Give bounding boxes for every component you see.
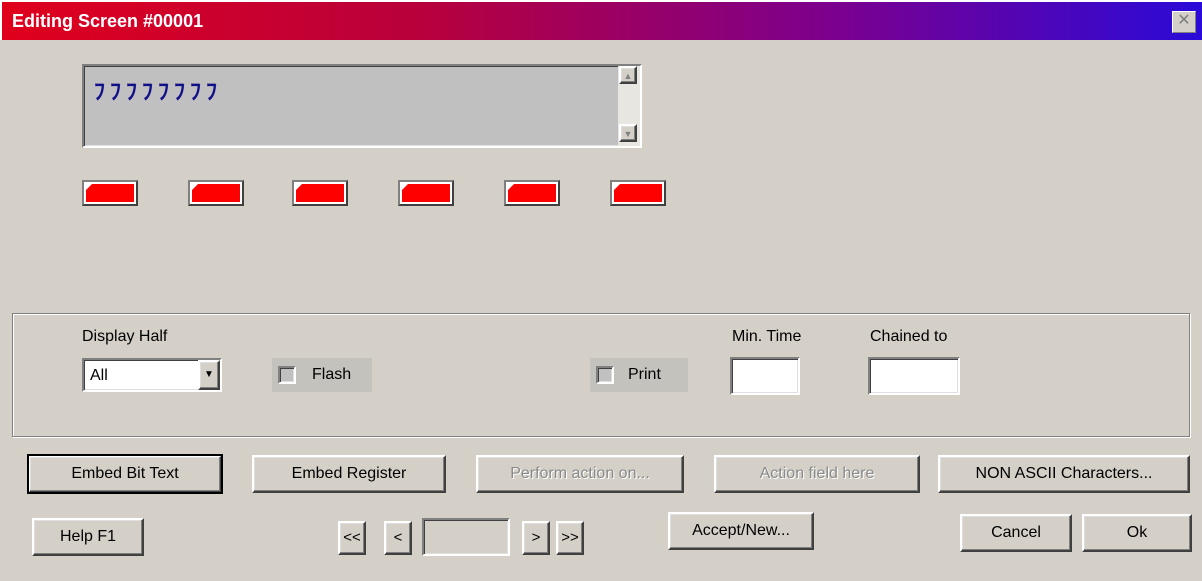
indicator-4[interactable] <box>398 180 454 206</box>
indicator-fill <box>192 184 240 202</box>
screen-text: ﾌﾌﾌﾌﾌﾌﾌﾌ <box>94 80 223 105</box>
non-ascii-characters-button[interactable]: NON ASCII Characters... <box>938 455 1190 493</box>
display-half-label: Display Half <box>82 328 168 345</box>
close-button[interactable]: ✕ <box>1172 11 1196 33</box>
record-number-field[interactable] <box>422 518 510 556</box>
print-label: Print <box>628 366 661 383</box>
min-time-label: Min. Time <box>732 328 802 345</box>
close-icon: ✕ <box>1177 12 1191 29</box>
scroll-down-button[interactable]: ▼ <box>619 124 637 142</box>
display-half-value: All <box>90 367 108 384</box>
embed-bit-text-button[interactable]: Embed Bit Text <box>27 454 223 494</box>
nav-next-button[interactable]: > <box>522 521 550 555</box>
flash-checkbox-wrap[interactable]: Flash <box>272 358 372 392</box>
indicator-fill <box>296 184 344 202</box>
accept-new-button[interactable]: Accept/New... <box>668 512 814 550</box>
title-bar: Editing Screen #00001 ✕ <box>0 0 1202 40</box>
chevron-down-icon: ▼ <box>204 369 214 380</box>
scroll-up-button[interactable]: ▲ <box>619 66 637 84</box>
flash-checkbox[interactable] <box>278 366 296 384</box>
min-time-field[interactable] <box>730 357 800 395</box>
indicator-fill <box>508 184 556 202</box>
embed-register-button[interactable]: Embed Register <box>252 455 446 493</box>
cancel-button[interactable]: Cancel <box>960 514 1072 552</box>
perform-action-button[interactable]: Perform action on... <box>476 455 684 493</box>
nav-first-button[interactable]: << <box>338 521 366 555</box>
indicator-fill <box>402 184 450 202</box>
screen-text-area[interactable]: ﾌﾌﾌﾌﾌﾌﾌﾌ ▲ ▼ <box>82 64 642 148</box>
action-field-button[interactable]: Action field here <box>714 455 920 493</box>
print-checkbox[interactable] <box>596 366 614 384</box>
vertical-scrollbar[interactable]: ▲ ▼ <box>618 66 640 146</box>
indicator-2[interactable] <box>188 180 244 206</box>
indicator-1[interactable] <box>82 180 138 206</box>
nav-last-button[interactable]: >> <box>556 521 584 555</box>
flash-label: Flash <box>312 366 352 383</box>
indicator-6[interactable] <box>610 180 666 206</box>
display-half-dropdown-button[interactable]: ▼ <box>198 360 220 390</box>
nav-prev-button[interactable]: < <box>384 521 412 555</box>
ok-button[interactable]: Ok <box>1082 514 1192 552</box>
chained-to-label: Chained to <box>870 328 948 345</box>
arrow-down-icon: ▼ <box>623 129 633 139</box>
help-button[interactable]: Help F1 <box>32 518 144 556</box>
display-half-select[interactable]: All ▼ <box>82 358 222 392</box>
indicator-5[interactable] <box>504 180 560 206</box>
indicator-fill <box>614 184 662 202</box>
window-title: Editing Screen #00001 <box>12 11 204 31</box>
indicator-fill <box>86 184 134 202</box>
arrow-up-icon: ▲ <box>623 71 633 81</box>
indicator-3[interactable] <box>292 180 348 206</box>
print-checkbox-wrap[interactable]: Print <box>590 358 688 392</box>
chained-to-field[interactable] <box>868 357 960 395</box>
